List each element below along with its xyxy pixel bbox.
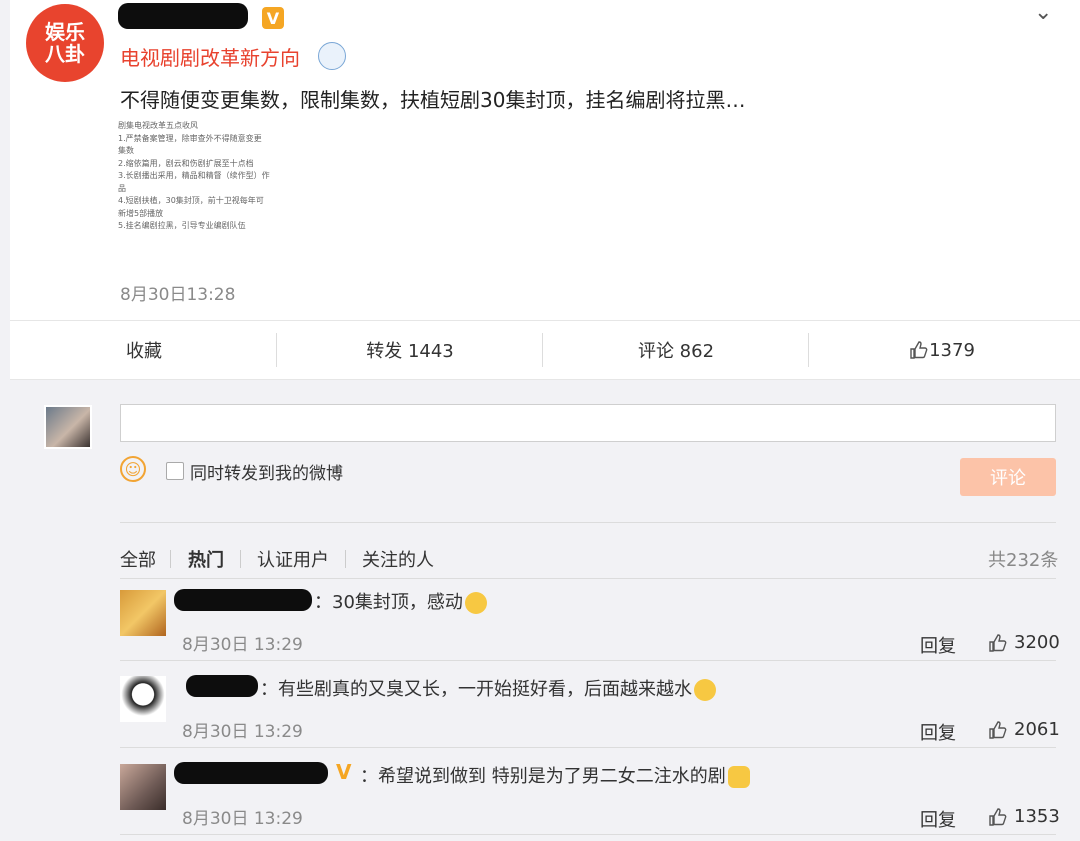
commenter-avatar[interactable] [120, 676, 166, 722]
image-line: 2.缩依篇用，剧云和伤剧扩展至十点档 [118, 158, 254, 168]
commenter-avatar[interactable] [120, 764, 166, 810]
repost-label: 转发 1443 [366, 341, 454, 362]
comment-text: ：30集封顶，感动 [314, 588, 487, 614]
commenter-name-redacted[interactable] [174, 589, 312, 611]
comment-like-count: 2061 [1014, 719, 1060, 740]
divider [120, 660, 1056, 661]
submit-comment-button[interactable]: 评论 [960, 458, 1056, 496]
comment-timestamp: 8月30日 13:29 [182, 809, 303, 829]
repost-checkbox-label[interactable]: 同时转发到我的微博 [190, 459, 343, 484]
emoji-picker-icon[interactable]: ☺ [120, 456, 146, 482]
image-line: 3.长剧播出采用，精品和精督（续作型）作 [118, 171, 270, 180]
thumbs-up-icon [989, 807, 1007, 826]
poster-avatar[interactable]: 娱乐 八卦 [26, 4, 104, 82]
reply-button[interactable]: 回复 [920, 719, 956, 745]
comment-body: ：有些剧真的又臭又长，一开始挺好看，后面越来越水 [260, 679, 692, 700]
current-user-avatar[interactable] [44, 405, 92, 449]
post-image[interactable]: 剧集电视改革五点收风 1.严禁备案管理，除审查外不得随意变更 集数 2.缩依篇用… [118, 120, 358, 260]
divider [120, 834, 1056, 835]
comment-text: ：希望说到做到 特别是为了男二女二注水的剧 [360, 762, 750, 788]
shrug-emoji-icon [694, 679, 716, 701]
image-line: 品 [118, 183, 126, 193]
divider [120, 747, 1056, 748]
tab-all[interactable]: 全部 [120, 546, 156, 572]
favorite-label: 收藏 [126, 341, 162, 362]
repost-checkbox[interactable] [166, 462, 184, 480]
ok-hand-emoji-icon [727, 766, 750, 788]
avatar-text-top: 娱乐 [45, 20, 85, 44]
comment-timestamp: 8月30日 13:29 [182, 635, 303, 655]
avatar-text-bottom: 八卦 [45, 42, 85, 66]
post-timestamp[interactable]: 8月30日13:28 [120, 280, 235, 305]
favorite-button[interactable]: 收藏 [10, 321, 276, 379]
comment-label: 评论 862 [637, 341, 715, 362]
comment-like-count: 1353 [1014, 806, 1060, 827]
thumbs-up-icon [989, 720, 1007, 739]
verified-badge-icon: V [262, 7, 284, 29]
comment-like-count: 3200 [1014, 632, 1060, 653]
comment-like-button[interactable]: 2061 [988, 719, 1060, 740]
commenter-avatar[interactable] [120, 590, 166, 636]
doraemon-emoji-icon [318, 42, 346, 70]
thumbs-up-icon [989, 633, 1007, 652]
verified-badge-icon: V [336, 760, 352, 784]
divider [120, 578, 1056, 579]
tab-verified-users[interactable]: 认证用户 [257, 546, 329, 572]
repost-button[interactable]: 转发 1443 [277, 321, 543, 379]
comment-timestamp: 8月30日 13:29 [182, 722, 303, 742]
commenter-name-redacted[interactable] [174, 762, 328, 784]
image-line: 4.短剧扶植，30集封顶，前十卫视每年可 [118, 196, 264, 205]
post-text: 不得随便变更集数，限制集数，扶植短剧30集封顶，挂名编剧将拉黑… [120, 88, 746, 112]
divider [120, 522, 1056, 523]
like-button[interactable]: 1379 [809, 321, 1075, 379]
like-count: 1379 [929, 339, 975, 361]
thumbs-up-icon [910, 341, 928, 359]
commenter-name-redacted[interactable] [186, 675, 258, 697]
divider [345, 550, 346, 568]
comment-body: ：30集封顶，感动 [314, 592, 463, 613]
comment-input[interactable] [120, 404, 1056, 442]
tab-following[interactable]: 关注的人 [362, 546, 434, 572]
post-topic[interactable]: 电视剧剧改革新方向 [120, 42, 300, 71]
reply-button[interactable]: 回复 [920, 806, 956, 832]
chevron-down-icon[interactable]: ⌄ [1034, 0, 1052, 25]
comment-like-button[interactable]: 3200 [988, 632, 1060, 653]
divider [170, 550, 171, 568]
comment-body: ：希望说到做到 特别是为了男二女二注水的剧 [360, 766, 726, 787]
image-line: 剧集电视改革五点收风 [118, 121, 198, 130]
comment-like-button[interactable]: 1353 [988, 806, 1060, 827]
crying-emoji-icon [464, 592, 487, 614]
post-action-bar: 收藏 转发 1443 评论 862 1379 [10, 320, 1080, 380]
image-line: 集数 [118, 146, 134, 155]
divider [240, 550, 241, 568]
comment-text: ：有些剧真的又臭又长，一开始挺好看，后面越来越水 [260, 675, 716, 701]
image-line: 1.严禁备案管理，除审查外不得随意变更 [118, 133, 262, 143]
poster-name-redacted[interactable] [118, 3, 248, 29]
comment-total: 共232条 [988, 550, 1059, 571]
image-line: 5.挂名编剧拉黑，引导专业编剧队伍 [118, 221, 246, 230]
comment-button[interactable]: 评论 862 [543, 321, 809, 379]
tab-hot[interactable]: 热门 [188, 546, 224, 572]
image-line: 新增5部播放 [118, 208, 164, 218]
reply-button[interactable]: 回复 [920, 632, 956, 658]
